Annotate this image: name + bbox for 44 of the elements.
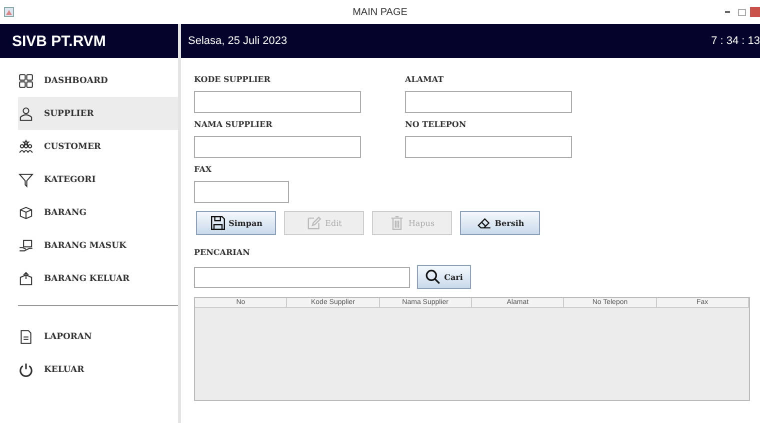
action-button[interactable]: Bersih [460,211,540,235]
app-icon [4,7,14,17]
input-field[interactable] [194,91,361,113]
field-label: ALAMAT [405,74,445,84]
eraser-icon [476,215,492,231]
input-field[interactable] [405,91,572,113]
grid-icon [18,72,34,88]
filter-icon [18,172,34,188]
input-field[interactable] [194,136,361,158]
sidebar-item[interactable]: KATEGORI [0,163,178,196]
search-icon [425,269,442,285]
maximize-button[interactable] [738,8,746,16]
search-field[interactable] [194,266,410,288]
box-arrow-icon [18,270,34,286]
person-icon [18,106,34,122]
date-text: Selasa, 25 Juli 2023 [188,35,288,47]
sidebar-item[interactable]: SUPPLIER [18,97,178,130]
sidebar-item[interactable]: CUSTOMER [0,130,178,163]
input-field[interactable] [194,181,289,203]
sidebar-item[interactable]: LAPORAN [0,320,178,353]
document-icon [18,328,34,344]
save-icon [210,215,226,231]
field-label: NO TELEPON [405,119,468,129]
window-title: MAIN PAGE [352,6,408,18]
people-icon [18,138,34,154]
sidebar-item[interactable]: KELUAR [0,353,178,386]
field-label: FAX [194,164,213,174]
field-label: KODE SUPPLIER [194,74,272,84]
field-label: NAMA SUPPLIER [194,119,274,129]
power-icon [18,362,34,378]
sidebar-item[interactable]: DASHBOARD [0,64,178,97]
sidebar-item[interactable]: BARANG MASUK [0,229,178,262]
box-hand-icon [18,238,34,254]
search-label: PENCARIAN [194,247,251,257]
box-icon [18,204,34,220]
app-name: SIVB PT.RVM [0,24,178,58]
clock-text: 7 : 34 : 13 [711,35,760,47]
input-field[interactable] [405,136,572,158]
sidebar-item[interactable]: BARANG KELUAR [0,262,178,295]
sidebar-item[interactable]: BARANG [0,196,178,229]
search-button[interactable]: Cari [417,265,471,289]
trash-icon [389,215,406,231]
pencil-icon [306,215,322,231]
action-button[interactable]: Simpan [196,211,276,235]
